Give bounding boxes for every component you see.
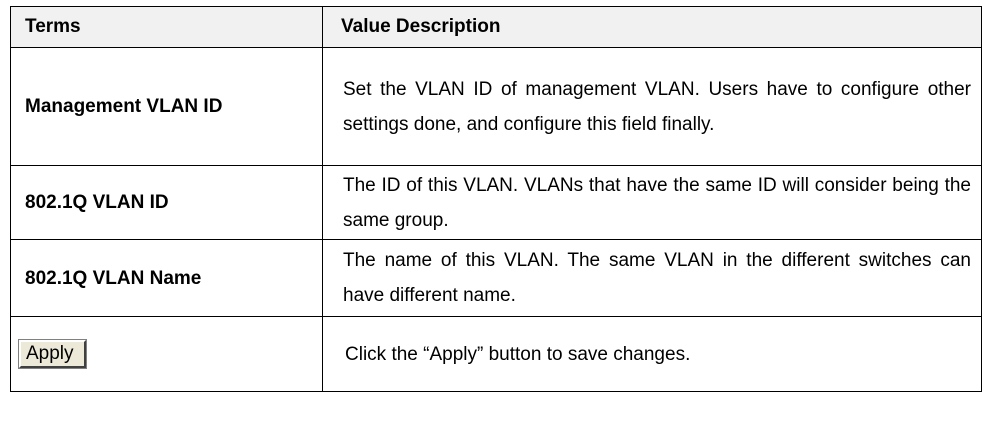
term-8021q-vlan-name: 802.1Q VLAN Name — [10, 239, 323, 317]
table-row: 802.1Q VLAN ID The ID of this VLAN. VLAN… — [10, 165, 982, 240]
table-header: Terms Value Description — [10, 6, 982, 48]
table-row: Apply Click the “Apply” button to save c… — [10, 316, 982, 392]
header-row: Terms Value Description — [10, 6, 982, 48]
description-8021q-vlan-name: The name of this VLAN. The same VLAN in … — [322, 239, 982, 317]
apply-button-cell: Apply — [10, 316, 323, 392]
term-management-vlan-id: Management VLAN ID — [10, 47, 323, 166]
description-8021q-vlan-id: The ID of this VLAN. VLANs that have the… — [322, 165, 982, 240]
term-8021q-vlan-id: 802.1Q VLAN ID — [10, 165, 323, 240]
description-apply: Click the “Apply” button to save changes… — [322, 316, 982, 392]
terms-table: Terms Value Description Management VLAN … — [10, 6, 982, 392]
header-terms: Terms — [10, 6, 323, 48]
table-row: Management VLAN ID Set the VLAN ID of ma… — [10, 47, 982, 166]
apply-button[interactable]: Apply — [18, 339, 87, 370]
table-row: 802.1Q VLAN Name The name of this VLAN. … — [10, 239, 982, 317]
header-value-description: Value Description — [322, 6, 982, 48]
description-management-vlan-id: Set the VLAN ID of management VLAN. User… — [322, 47, 982, 166]
